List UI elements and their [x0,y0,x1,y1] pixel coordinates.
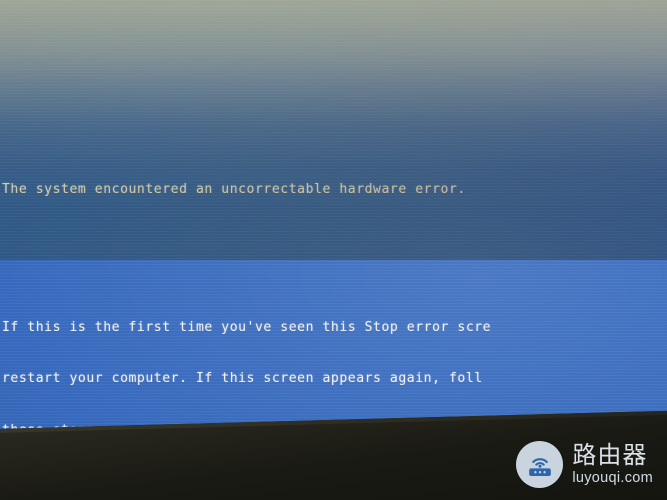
router-wifi-icon [516,441,564,488]
monitor-screen: o your computer. The system encountered … [0,0,667,478]
site-watermark: 路由器 luyouqi.com [516,441,653,488]
clipped-top-line: o your computer. [0,52,667,61]
watermark-text: 路由器 luyouqi.com [572,443,653,486]
bsod-intro-line: The system encountered an uncorrectable … [2,182,466,198]
watermark-url: luyouqi.com [572,470,653,487]
watermark-brand-cn: 路由器 [572,441,648,470]
bsod-first-time-line-2: restart your computer. If this screen ap… [2,371,483,387]
bsod-text-block: o your computer. The system encountered … [0,0,667,478]
bsod-first-time-line-1: If this is the first time you've seen th… [2,319,492,335]
bsod-photograph: o your computer. The system encountered … [0,0,667,500]
